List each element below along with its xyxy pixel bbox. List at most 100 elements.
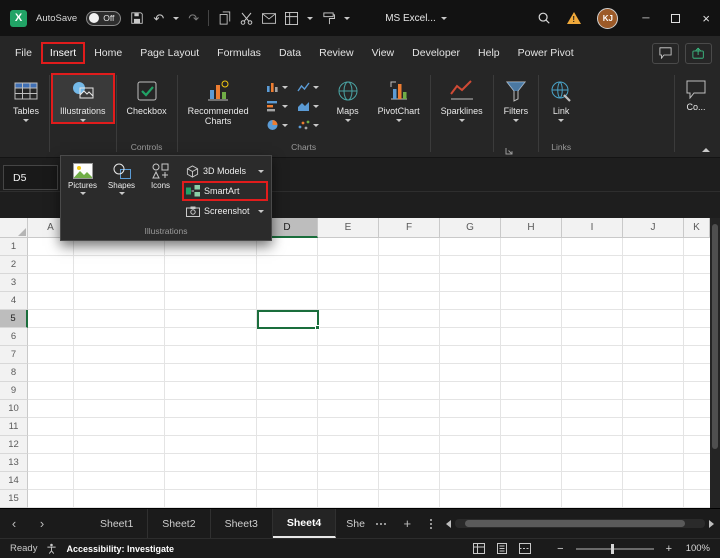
sheet-tab-sheet4-active[interactable]: Sheet4	[273, 509, 336, 538]
pivotchart-button[interactable]: PivotChart	[369, 73, 429, 124]
name-box[interactable]: D5	[3, 165, 58, 190]
tab-insert[interactable]: Insert	[41, 42, 85, 64]
column-header-e[interactable]: E	[318, 218, 379, 238]
row-header-6[interactable]: 6	[0, 328, 28, 346]
menu-item-smartart[interactable]: SmartArt	[182, 181, 268, 201]
menu-item-pictures[interactable]: Pictures	[63, 156, 102, 224]
save-icon[interactable]	[130, 11, 144, 25]
tab-formulas[interactable]: Formulas	[208, 42, 270, 64]
tab-power-pivot[interactable]: Power Pivot	[509, 42, 583, 64]
insert-pie-chart-button[interactable]	[266, 119, 288, 131]
row-header-7[interactable]: 7	[0, 346, 28, 364]
tab-review[interactable]: Review	[310, 42, 362, 64]
row-header-11[interactable]: 11	[0, 418, 28, 436]
sheet-options-icon[interactable]	[420, 519, 442, 529]
column-header-f[interactable]: F	[379, 218, 440, 238]
row-header-9[interactable]: 9	[0, 382, 28, 400]
title-chevron-icon[interactable]	[441, 17, 447, 20]
vertical-scrollbar-thumb[interactable]	[712, 224, 718, 449]
recommended-charts-button[interactable]: RecommendedCharts	[179, 73, 258, 129]
horizontal-scrollbar[interactable]	[442, 509, 720, 538]
normal-view-icon[interactable]	[473, 543, 485, 554]
column-header-j[interactable]: J	[623, 218, 684, 238]
accessibility-status[interactable]: Accessibility: Investigate	[66, 544, 174, 554]
select-all-corner[interactable]	[0, 218, 28, 238]
menu-item-3d-models[interactable]: 3D Models	[182, 161, 268, 181]
row-header-14[interactable]: 14	[0, 472, 28, 490]
scroll-right-icon[interactable]	[709, 520, 714, 528]
comments-button[interactable]: Co...	[676, 73, 716, 114]
previous-sheet-icon[interactable]: ‹	[0, 516, 28, 531]
row-header-2[interactable]: 2	[0, 256, 28, 274]
autosave-toggle[interactable]: Off	[86, 11, 121, 26]
row-header-12[interactable]: 12	[0, 436, 28, 454]
tab-home[interactable]: Home	[85, 42, 131, 64]
menu-item-shapes[interactable]: Shapes	[102, 156, 141, 224]
column-header-g[interactable]: G	[440, 218, 501, 238]
minimize-icon[interactable]: ─	[642, 13, 649, 24]
page-layout-view-icon[interactable]	[496, 543, 508, 554]
insert-scatter-chart-button[interactable]	[297, 119, 319, 131]
menu-item-screenshot[interactable]: Screenshot	[182, 201, 268, 221]
copy-icon[interactable]	[218, 11, 231, 25]
zoom-slider[interactable]	[576, 548, 654, 550]
selected-cell-d5[interactable]	[257, 310, 319, 329]
illustrations-button[interactable]: Illustrations	[51, 73, 115, 124]
row-header-3[interactable]: 3	[0, 274, 28, 292]
redo-icon[interactable]: ↷	[188, 12, 199, 25]
zoom-level[interactable]: 100%	[684, 543, 710, 554]
menu-item-icons[interactable]: Icons	[141, 156, 180, 224]
tab-developer[interactable]: Developer	[403, 42, 469, 64]
search-icon[interactable]	[537, 11, 551, 25]
horizontal-scroll-thumb[interactable]	[465, 520, 685, 527]
insert-area-chart-button[interactable]	[297, 100, 319, 112]
maps-button[interactable]: Maps	[327, 73, 369, 124]
tab-file[interactable]: File	[6, 42, 41, 64]
sheet-tab-sheet3[interactable]: Sheet3	[211, 509, 273, 538]
fill-handle[interactable]	[315, 325, 320, 330]
row-header-8[interactable]: 8	[0, 364, 28, 382]
table-tool-chevron-icon[interactable]	[307, 17, 313, 20]
cut-icon[interactable]	[240, 12, 253, 25]
sheet-tab-partial[interactable]: She	[336, 509, 368, 538]
sheet-tab-sheet2[interactable]: Sheet2	[148, 509, 210, 538]
next-sheet-icon[interactable]: ›	[28, 516, 56, 531]
warning-icon[interactable]: !	[567, 12, 581, 24]
row-header-1[interactable]: 1	[0, 238, 28, 256]
sparklines-button[interactable]: Sparklines	[432, 73, 492, 124]
column-header-k[interactable]: K	[684, 218, 710, 238]
tab-view[interactable]: View	[363, 42, 404, 64]
insert-column-chart-button[interactable]	[266, 81, 288, 93]
tab-page-layout[interactable]: Page Layout	[131, 42, 208, 64]
row-header-4[interactable]: 4	[0, 292, 28, 310]
row-header-10[interactable]: 10	[0, 400, 28, 418]
vertical-scrollbar[interactable]	[710, 218, 720, 508]
tab-data[interactable]: Data	[270, 42, 310, 64]
insert-bar-chart-button[interactable]	[266, 100, 288, 112]
comments-bubble-button[interactable]	[652, 43, 679, 64]
column-header-i[interactable]: I	[562, 218, 623, 238]
filters-button[interactable]: Filters	[495, 73, 538, 124]
column-header-h[interactable]: H	[501, 218, 562, 238]
zoom-slider-thumb[interactable]	[611, 544, 614, 554]
insert-line-chart-button[interactable]	[297, 81, 319, 93]
tab-help[interactable]: Help	[469, 42, 509, 64]
row-header-5[interactable]: 5	[0, 310, 28, 328]
page-break-view-icon[interactable]	[519, 543, 531, 554]
horizontal-scroll-track[interactable]	[455, 519, 705, 528]
worksheet-cells[interactable]	[28, 238, 710, 508]
close-icon[interactable]: ×	[702, 11, 710, 26]
checkbox-button[interactable]: Checkbox	[118, 73, 176, 118]
format-painter-chevron-icon[interactable]	[344, 17, 350, 20]
undo-icon[interactable]: ↶	[153, 12, 164, 25]
maximize-icon[interactable]	[671, 14, 680, 23]
row-header-13[interactable]: 13	[0, 454, 28, 472]
mail-icon[interactable]	[262, 13, 276, 24]
zoom-out-icon[interactable]: −	[557, 543, 563, 555]
sheet-overflow-icon[interactable]	[368, 523, 394, 525]
share-button[interactable]	[685, 43, 712, 64]
row-header-15[interactable]: 15	[0, 490, 28, 508]
scroll-left-icon[interactable]	[446, 520, 451, 528]
sheet-tab-sheet1[interactable]: Sheet1	[86, 509, 148, 538]
tables-button[interactable]: Tables	[4, 73, 48, 124]
